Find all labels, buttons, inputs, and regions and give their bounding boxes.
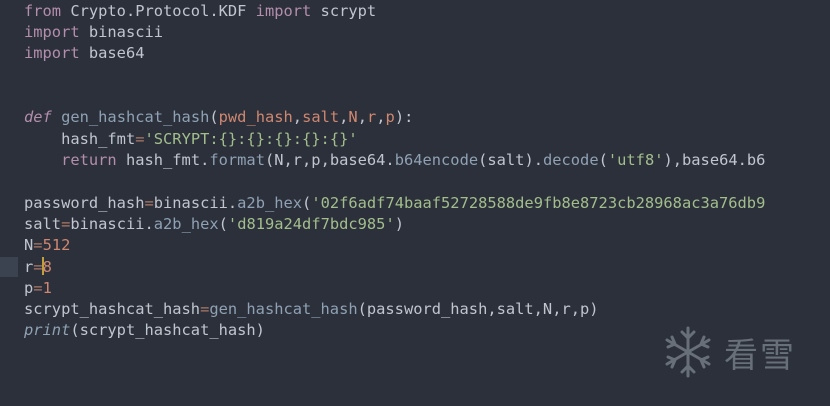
code-line-p[interactable]: p=1	[24, 278, 52, 299]
current-line-marker	[0, 257, 18, 277]
number-literal: 1	[42, 279, 52, 297]
import-name: scrypt	[311, 2, 377, 20]
module-ref: binascii.	[70, 215, 154, 233]
paren-open: (	[218, 215, 228, 233]
keyword-from: from	[24, 2, 62, 20]
paren-close: ):	[394, 108, 414, 126]
variable: N	[24, 236, 34, 254]
code-text: (N,r,p,base64.	[264, 151, 395, 169]
code-text: (	[598, 151, 608, 169]
keyword-import: import	[24, 44, 80, 62]
paren-open: (	[302, 194, 312, 212]
param: p	[385, 108, 395, 126]
string-literal: 'SCRYPT:{}:{}:{}:{}:{}'	[144, 130, 358, 148]
param: r	[366, 108, 377, 126]
code-line-hash-fmt[interactable]: hash_fmt='SCRYPT:{}:{}:{}:{}:{}'	[24, 129, 358, 150]
builtin-print: print	[24, 321, 71, 339]
operator: =	[200, 300, 210, 318]
code-line-salt[interactable]: salt=binascii.a2b_hex('d819a24df7bdc985'…	[24, 214, 404, 235]
method-a2b-hex: a2b_hex	[237, 194, 303, 212]
module-name: Crypto.Protocol.KDF	[61, 2, 256, 20]
code-line-2[interactable]: import binascii	[24, 22, 163, 43]
code-line-def[interactable]: def gen_hashcat_hash(pwd_hash,salt,N,r,p…	[24, 107, 413, 128]
module-name: base64	[79, 44, 145, 62]
comma: ,	[292, 108, 303, 126]
operator: =	[61, 215, 71, 233]
method-format: format	[209, 151, 265, 169]
module-name: binascii	[79, 23, 164, 41]
variable: password_hash	[24, 194, 145, 212]
method-a2b-hex: a2b_hex	[153, 215, 219, 233]
param: pwd_hash	[218, 108, 293, 126]
variable: scrypt_hashcat_hash	[24, 300, 201, 318]
code-line-password-hash[interactable]: password_hash=binascii.a2b_hex('02f6adf7…	[24, 193, 765, 214]
paren-open: (	[209, 108, 219, 126]
watermark-text: 看雪	[724, 335, 796, 376]
code-line-3[interactable]: import base64	[24, 43, 144, 64]
code-line-print[interactable]: print(scrypt_hashcat_hash)	[24, 320, 265, 341]
param: salt	[302, 108, 340, 126]
code-line-r[interactable]: r=8	[24, 257, 52, 278]
number-literal: 8	[42, 258, 52, 276]
operator: =	[135, 130, 145, 148]
string-literal: 'd819a24df7bdc985'	[227, 215, 395, 233]
comma: ,	[357, 108, 367, 126]
operator: =	[33, 236, 43, 254]
code-line-1[interactable]: from Crypto.Protocol.KDF import scrypt	[24, 1, 376, 22]
operator: =	[144, 194, 154, 212]
code-text: ),base64.b6	[663, 151, 766, 169]
code-text: (salt).	[478, 151, 543, 169]
keyword-import: import	[24, 23, 80, 41]
number-literal: 512	[42, 236, 71, 254]
call-args: (scrypt_hashcat_hash)	[70, 321, 265, 339]
call-args: (password_hash,salt,N,r,p)	[357, 300, 599, 318]
param: N	[348, 108, 358, 126]
function-call: gen_hashcat_hash	[209, 300, 358, 318]
keyword-import: import	[255, 2, 312, 20]
keyword-return: return	[61, 151, 117, 169]
function-name: gen_hashcat_hash	[61, 108, 210, 126]
code-line-n[interactable]: N=512	[24, 235, 70, 256]
module-ref: binascii.	[153, 194, 238, 212]
variable: r	[24, 258, 34, 276]
comma: ,	[376, 108, 386, 126]
paren-close: )	[394, 215, 404, 233]
variable: hash_fmt	[61, 130, 136, 148]
string-literal: 'utf8'	[607, 151, 664, 169]
method-decode: decode	[542, 151, 599, 169]
code-line-scrypt-call[interactable]: scrypt_hashcat_hash=gen_hashcat_hash(pas…	[24, 299, 599, 320]
keyword-def: def	[24, 108, 52, 126]
code-editor[interactable]: from Crypto.Protocol.KDF import scrypt i…	[0, 0, 830, 406]
variable: salt	[24, 215, 62, 233]
variable: p	[24, 279, 34, 297]
snowflake-icon	[665, 326, 711, 378]
string-literal: '02f6adf74baaf52728588de9fb8e8723cb28968…	[311, 194, 766, 212]
code-text: hash_fmt.	[116, 151, 210, 169]
code-line-return[interactable]: return hash_fmt.format(N,r,p,base64.b64e…	[24, 150, 765, 171]
operator: =	[33, 279, 43, 297]
watermark: 看雪	[660, 322, 796, 382]
method-b64encode: b64encode	[394, 151, 479, 169]
